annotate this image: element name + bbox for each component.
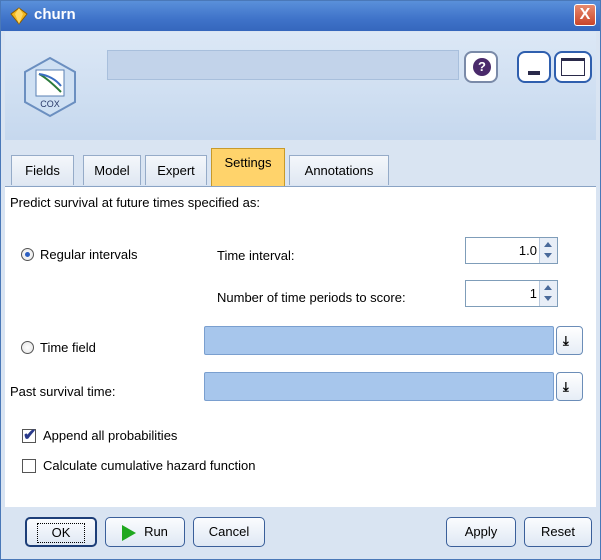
field-picker-icon: ⤓	[563, 333, 569, 348]
window-title: churn	[34, 6, 76, 23]
tab-fields[interactable]: Fields	[11, 155, 74, 185]
field-picker-icon: ⤓	[563, 379, 569, 394]
help-icon: ?	[473, 58, 491, 76]
run-button[interactable]: Run	[105, 517, 185, 547]
close-icon: X	[579, 6, 591, 23]
tab-model[interactable]: Model	[83, 155, 141, 185]
cumulative-hazard-label: Calculate cumulative hazard function	[43, 458, 256, 473]
time-interval-spinner[interactable]: 1.0	[465, 237, 558, 264]
button-bar: OK Run Cancel Apply Reset	[5, 507, 596, 557]
past-survival-label: Past survival time:	[10, 384, 116, 399]
up-arrow-icon[interactable]	[544, 285, 552, 290]
past-survival-input[interactable]	[204, 372, 554, 401]
spinner-arrows[interactable]	[539, 281, 557, 306]
minimize-button[interactable]	[517, 51, 551, 83]
time-interval-value: 1.0	[518, 243, 537, 258]
past-survival-picker-button[interactable]: ⤓	[556, 372, 583, 401]
tab-strip: Fields Model Expert Settings Annotations	[5, 140, 596, 187]
cancel-button[interactable]: Cancel	[193, 517, 265, 547]
time-field-picker-button[interactable]: ⤓	[556, 326, 583, 355]
apply-button[interactable]: Apply	[446, 517, 516, 547]
maximize-icon	[561, 58, 585, 76]
reset-button[interactable]: Reset	[524, 517, 592, 547]
num-periods-value: 1	[529, 286, 537, 301]
spinner-arrows[interactable]	[539, 238, 557, 263]
down-arrow-icon[interactable]	[544, 253, 552, 258]
time-field-input[interactable]	[204, 326, 554, 355]
settings-intro: Predict survival at future times specifi…	[10, 195, 260, 210]
append-probabilities-checkbox[interactable]: ✔	[22, 427, 36, 444]
node-name-bar	[107, 50, 459, 80]
maximize-button[interactable]	[554, 51, 592, 83]
dialog-window: churn X COX ? Fields Model Expert Settin…	[0, 0, 601, 560]
cumulative-hazard-checkbox[interactable]	[22, 459, 36, 473]
help-button[interactable]: ?	[464, 51, 498, 83]
tab-settings[interactable]: Settings	[211, 148, 285, 186]
settings-panel: Predict survival at future times specifi…	[5, 187, 596, 507]
down-arrow-icon[interactable]	[544, 296, 552, 301]
up-arrow-icon[interactable]	[544, 242, 552, 247]
minimize-icon	[528, 71, 540, 75]
close-button[interactable]: X	[574, 4, 596, 26]
time-field-radio[interactable]	[21, 341, 34, 354]
append-probabilities-label: Append all probabilities	[43, 428, 178, 443]
ok-button[interactable]: OK	[25, 517, 97, 547]
time-field-label: Time field	[40, 340, 96, 355]
num-periods-spinner[interactable]: 1	[465, 280, 558, 307]
time-interval-label: Time interval:	[217, 248, 295, 263]
regular-intervals-label: Regular intervals	[40, 247, 138, 262]
play-icon	[122, 524, 137, 541]
node-header: COX ?	[5, 32, 596, 140]
cox-node-icon: COX	[24, 56, 76, 118]
regular-intervals-radio[interactable]	[21, 248, 34, 261]
tab-annotations[interactable]: Annotations	[289, 155, 389, 185]
node-icon-label: COX	[40, 99, 60, 109]
diamond-node-icon	[10, 7, 28, 25]
checkmark-icon: ✔	[23, 427, 37, 444]
title-bar[interactable]: churn X	[1, 1, 600, 31]
num-periods-label: Number of time periods to score:	[217, 290, 406, 305]
tab-expert[interactable]: Expert	[145, 155, 207, 185]
